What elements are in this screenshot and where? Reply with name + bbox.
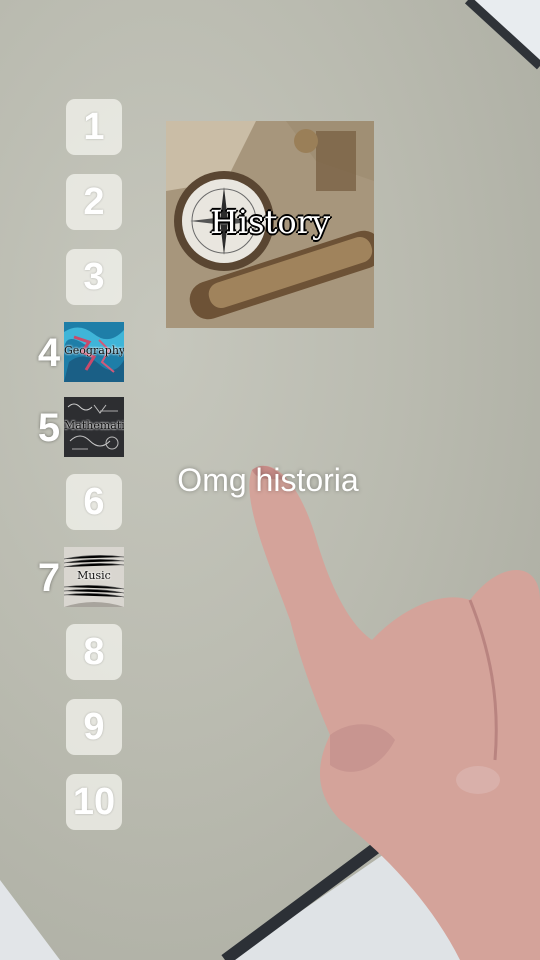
caption-text: Omg historia [177,462,359,498]
